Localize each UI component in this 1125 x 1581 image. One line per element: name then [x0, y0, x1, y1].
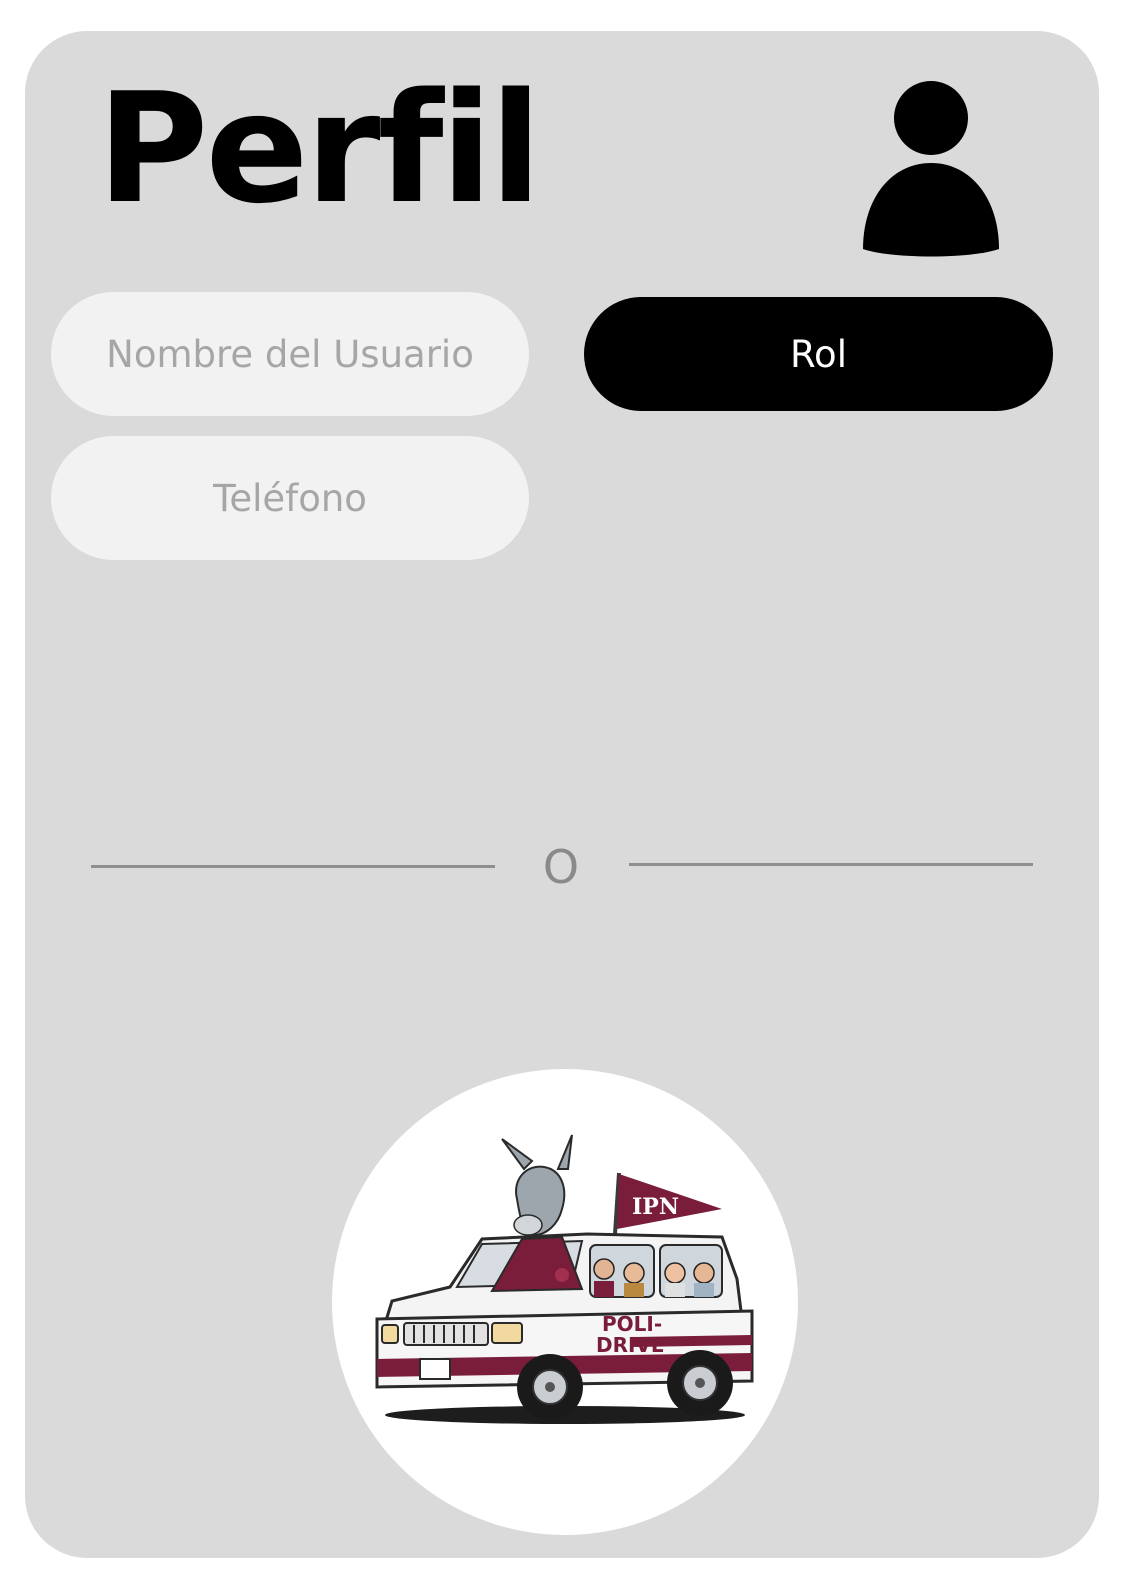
- phone-field[interactable]: [51, 436, 529, 560]
- profile-card: Perfil Rol O IPN: [25, 31, 1099, 1558]
- user-icon[interactable]: [861, 81, 1001, 261]
- role-button-label: Rol: [790, 332, 847, 376]
- rear-wheel: [667, 1350, 733, 1416]
- page-title: Perfil: [97, 60, 542, 237]
- polidrive-logo-illustration: IPN POLI- DRIVE: [375, 1134, 754, 1424]
- ipn-badge: [555, 1268, 569, 1282]
- role-button[interactable]: Rol: [584, 297, 1053, 411]
- username-field[interactable]: [51, 292, 529, 416]
- divider-label: O: [542, 840, 580, 894]
- flag-text: IPN: [632, 1194, 679, 1220]
- divider-line-right: [629, 863, 1033, 866]
- front-wheel: [517, 1354, 583, 1420]
- polidrive-logo: IPN POLI- DRIVE: [332, 1069, 798, 1535]
- door-text-line2: DRIVE: [596, 1333, 665, 1357]
- divider-line-left: [91, 865, 495, 868]
